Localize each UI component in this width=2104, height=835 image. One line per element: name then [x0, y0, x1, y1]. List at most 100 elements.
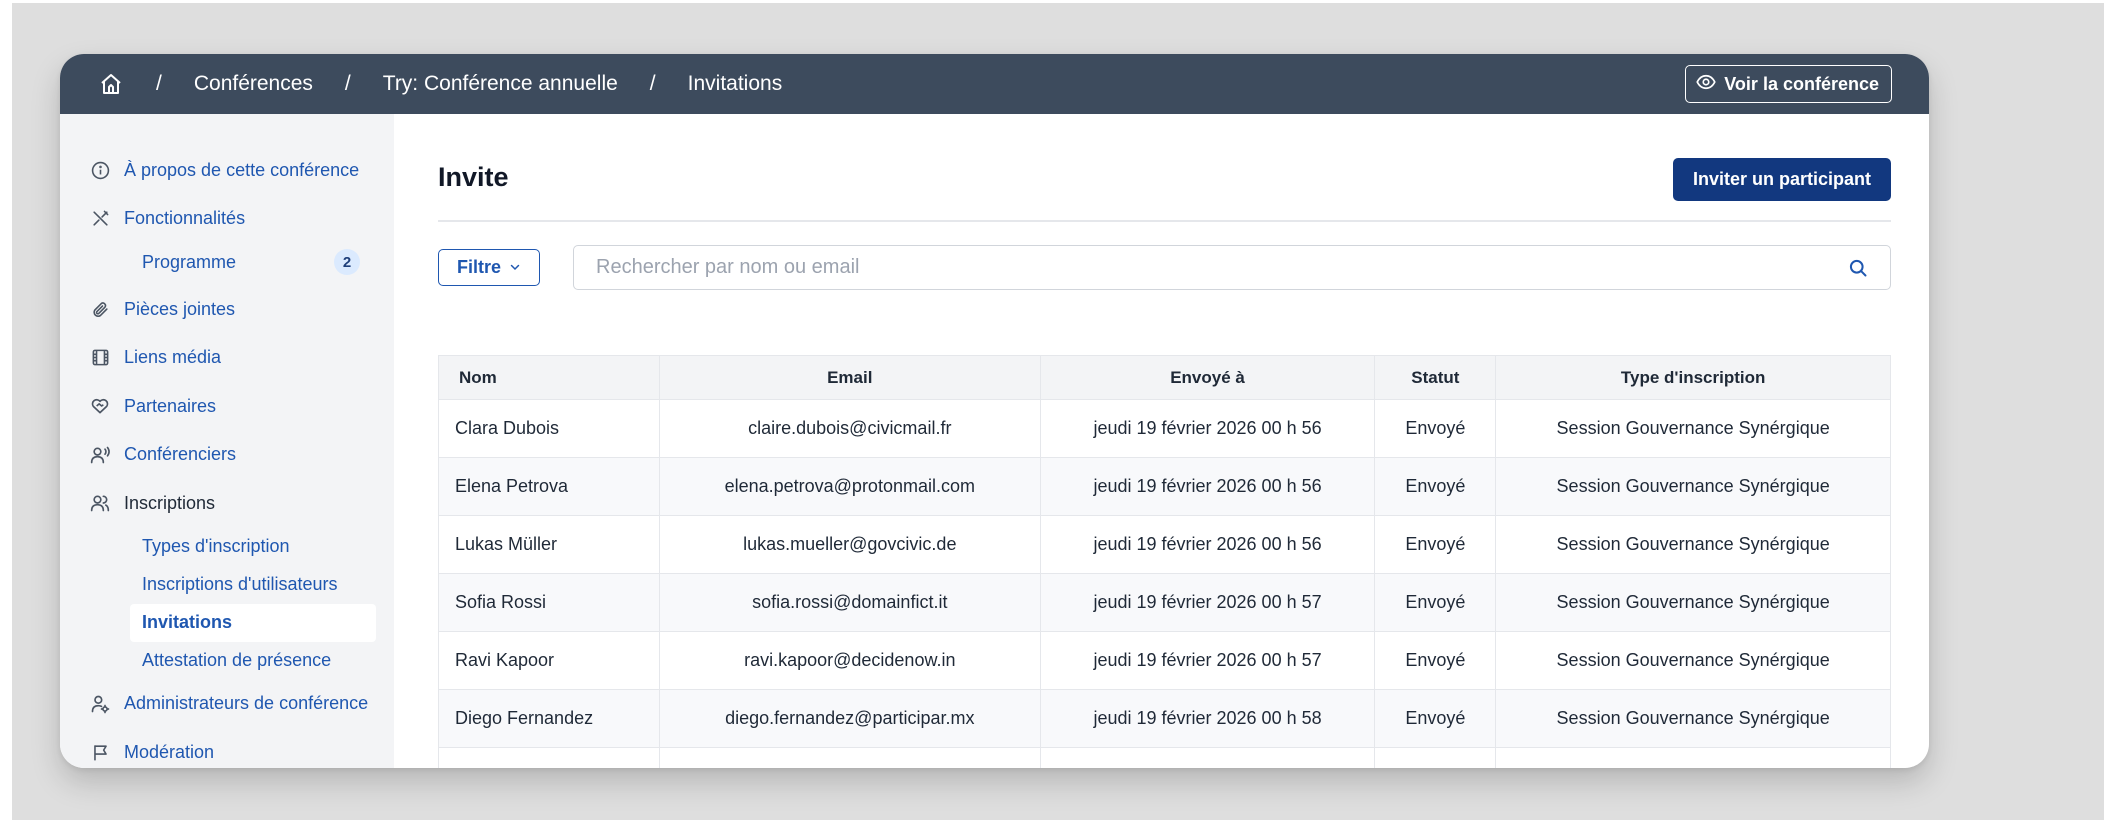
sidebar: À propos de cette conférence Fonctionnal…	[60, 114, 394, 768]
sidebar-item-speakers[interactable]: Conférenciers	[60, 431, 394, 480]
cell-status: Envoyé	[1374, 631, 1497, 690]
column-header-name[interactable]: Nom	[438, 355, 660, 400]
chevron-down-icon	[509, 257, 521, 278]
cell-name: Elena Petrova	[438, 457, 660, 516]
table-header-row: Nom Email Envoyé à Statut Type d'inscrip…	[438, 355, 1891, 400]
search-input[interactable]	[596, 256, 1826, 279]
cell-registration-type: Session Gouvernance Synérgique	[1495, 515, 1891, 574]
programme-count-badge: 2	[334, 249, 360, 275]
cell-registration-type: Session Gouvernance Synérgique	[1495, 689, 1891, 748]
sidebar-item-features[interactable]: Fonctionnalités	[60, 195, 394, 244]
sidebar-item-conference-admins[interactable]: Administrateurs de conférence	[60, 680, 394, 729]
home-icon[interactable]	[98, 71, 124, 97]
cell-registration-type: Session Gouvernance Synérgique	[1495, 399, 1891, 458]
eye-icon	[1696, 72, 1716, 97]
sidebar-item-media-links[interactable]: Liens média	[60, 334, 394, 383]
view-conference-button[interactable]: Voir la conférence	[1685, 65, 1892, 103]
cell-status	[1374, 747, 1497, 768]
cell-sent-at: jeudi 19 février 2026 00 h 57	[1039, 631, 1376, 690]
cell-sent-at: jeudi 19 février 2026 00 h 56	[1039, 399, 1376, 458]
column-header-registration-type[interactable]: Type d'inscription	[1495, 355, 1891, 400]
cell-email: ravi.kapoor@decidenow.in	[658, 631, 1041, 690]
column-header-email[interactable]: Email	[658, 355, 1041, 400]
app-window: / Conférences / Try: Conférence annuelle…	[60, 54, 1929, 768]
top-bar: / Conférences / Try: Conférence annuelle…	[60, 54, 1929, 114]
sidebar-item-label: Pièces jointes	[124, 298, 236, 319]
sidebar-item-moderation[interactable]: Modération	[60, 728, 394, 768]
column-header-status[interactable]: Statut	[1374, 355, 1497, 400]
cell-status: Envoyé	[1374, 457, 1497, 516]
sidebar-item-label: Partenaires	[124, 395, 217, 416]
breadcrumb-separator: /	[649, 72, 656, 95]
cell-sent-at: jeudi 19 février 2026 00 h 57	[1039, 573, 1376, 632]
sidebar-item-label: Administrateurs de conférence	[124, 693, 369, 714]
cell-sent-at: jeudi 19 février 2026 00 h 56	[1039, 457, 1376, 516]
sidebar-item-label: Conférenciers	[124, 444, 237, 465]
sidebar-item-registrations[interactable]: Inscriptions	[60, 479, 394, 528]
table-row[interactable]: Clara Dubois claire.dubois@civicmail.fr …	[438, 399, 1891, 458]
tools-icon	[90, 209, 110, 229]
table-row[interactable]: Sofia Rossi sofia.rossi@domainfict.it je…	[438, 573, 1891, 632]
cell-email: diego.fernandez@participar.mx	[658, 689, 1041, 748]
cell-registration-type: Session Gouvernance Synérgique	[1495, 631, 1891, 690]
cell-status: Envoyé	[1374, 515, 1497, 574]
cell-status: Envoyé	[1374, 689, 1497, 748]
breadcrumb-conference[interactable]: Try: Conférence annuelle	[383, 72, 618, 96]
cell-registration-type: Session Gouvernance Synérgique	[1495, 573, 1891, 632]
breadcrumb-separator: /	[156, 72, 162, 95]
cell-name: Diego Fernandez	[438, 689, 660, 748]
handshake-heart-icon	[90, 396, 110, 416]
sidebar-item-label: Types d'inscription	[142, 536, 290, 556]
sidebar-item-attachments[interactable]: Pièces jointes	[60, 285, 394, 334]
cell-email: lukas.mueller@govcivic.de	[658, 515, 1041, 574]
table-row[interactable]: Ravi Kapoor ravi.kapoor@decidenow.in jeu…	[438, 631, 1891, 690]
flag-icon	[90, 742, 110, 762]
divider	[438, 220, 1891, 222]
sidebar-item-label: Inscriptions d'utilisateurs	[142, 574, 338, 594]
speaker-icon	[90, 445, 110, 465]
admin-user-icon	[90, 694, 110, 714]
sidebar-item-label: Modération	[124, 741, 215, 762]
sidebar-item-label: À propos de cette conférence	[124, 159, 360, 180]
film-icon	[90, 348, 110, 368]
breadcrumb-conferences[interactable]: Conférences	[194, 72, 313, 96]
search-field	[573, 245, 1891, 290]
cell-name	[438, 747, 660, 768]
sidebar-item-attendance-certificate[interactable]: Attestation de présence	[130, 642, 376, 680]
breadcrumb-invitations: Invitations	[687, 72, 783, 95]
cell-name: Ravi Kapoor	[438, 631, 660, 690]
cell-email: sofia.rossi@domainfict.it	[658, 573, 1041, 632]
table-row[interactable]: Elena Petrova elena.petrova@protonmail.c…	[438, 457, 1891, 516]
invitations-table: Nom Email Envoyé à Statut Type d'inscrip…	[438, 355, 1891, 768]
invite-participant-button[interactable]: Inviter un participant	[1673, 158, 1891, 201]
sidebar-item-about[interactable]: À propos de cette conférence	[60, 146, 394, 195]
breadcrumb: / Conférences / Try: Conférence annuelle…	[98, 71, 782, 97]
filter-label: Filtre	[456, 257, 501, 277]
table-row[interactable]: Lukas Müller lukas.mueller@govcivic.de j…	[438, 515, 1891, 574]
table-row[interactable]: Diego Fernandez diego.fernandez@particip…	[438, 689, 1891, 748]
sidebar-item-registration-types[interactable]: Types d'inscription	[130, 528, 376, 566]
sidebar-item-label: Attestation de présence	[142, 650, 332, 670]
cell-sent-at: jeudi 19 février 2026 00 h 58	[1039, 689, 1376, 748]
cell-registration-type	[1495, 747, 1891, 768]
page-title: Invite	[438, 162, 509, 192]
cell-status: Envoyé	[1374, 573, 1497, 632]
sidebar-item-user-registrations[interactable]: Inscriptions d'utilisateurs	[130, 566, 376, 604]
search-icon[interactable]	[1848, 258, 1868, 278]
users-icon	[90, 493, 110, 513]
paperclip-icon	[90, 299, 110, 319]
table-row[interactable]	[438, 747, 1891, 768]
sidebar-item-partners[interactable]: Partenaires	[60, 382, 394, 431]
sidebar-item-label: Fonctionnalités	[124, 208, 246, 229]
breadcrumb-separator: /	[344, 72, 351, 95]
sidebar-item-programme[interactable]: Programme 2	[130, 243, 376, 281]
cell-name: Sofia Rossi	[438, 573, 660, 632]
filter-button[interactable]: Filtre	[438, 249, 540, 286]
cell-registration-type: Session Gouvernance Synérgique	[1495, 457, 1891, 516]
sidebar-item-label: Programme	[142, 251, 237, 272]
info-icon	[90, 160, 110, 180]
cell-email	[658, 747, 1041, 768]
column-header-sent-at[interactable]: Envoyé à	[1039, 355, 1376, 400]
cell-sent-at	[1039, 747, 1376, 768]
sidebar-item-invitations[interactable]: Invitations	[130, 603, 376, 642]
